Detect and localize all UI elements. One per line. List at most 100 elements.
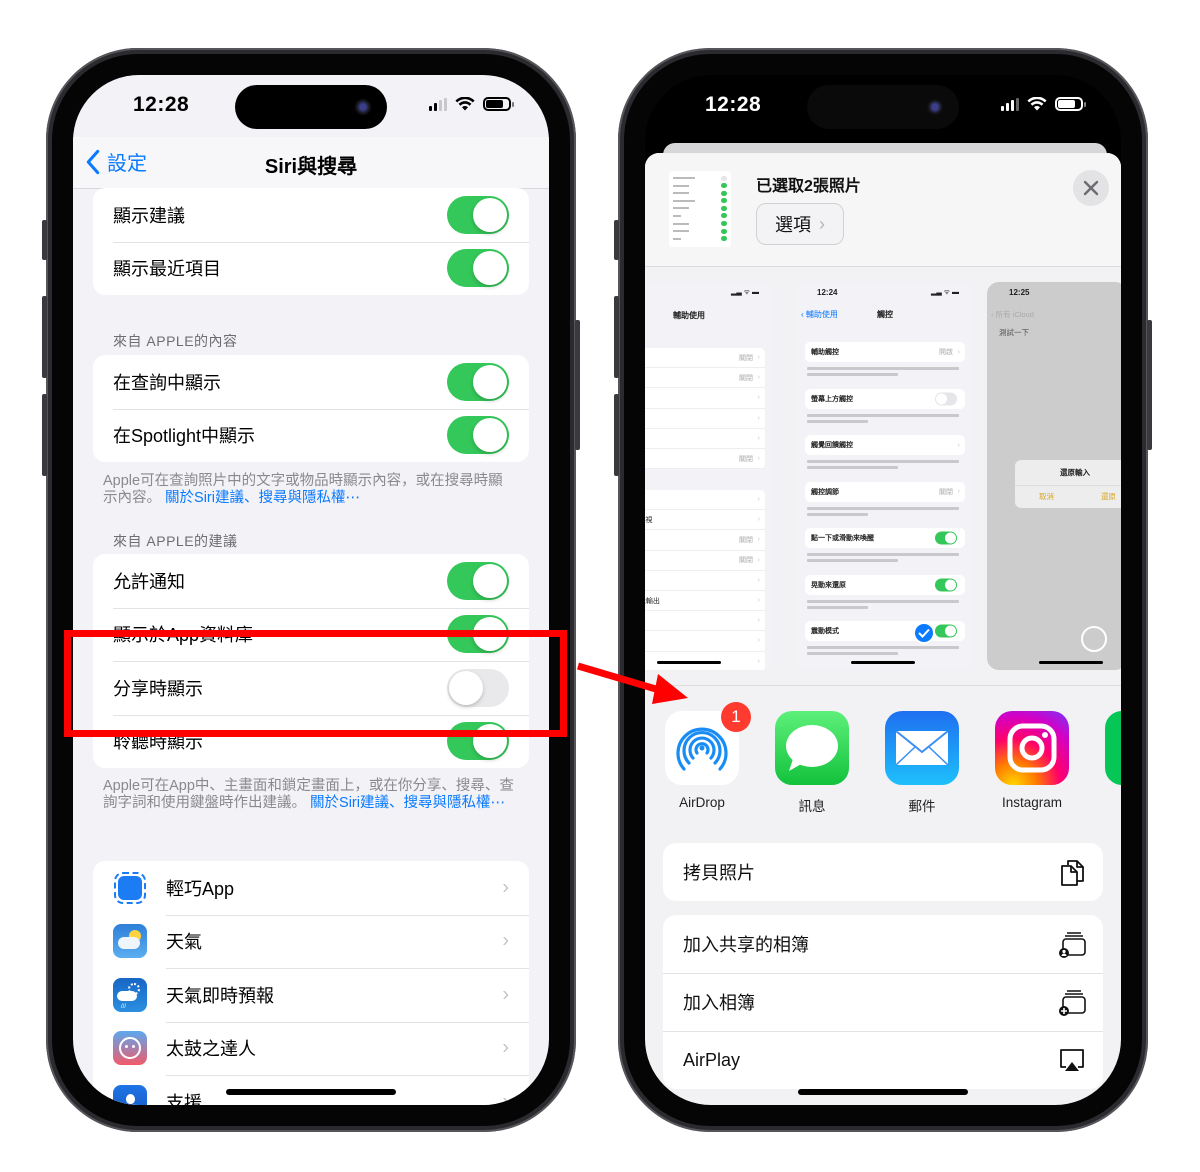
share-app-label: Instagram [1001, 795, 1063, 810]
instagram-icon [995, 711, 1069, 785]
mini-row-value: 關閉 [739, 354, 753, 362]
section-header: 來自 APPLE的建議 [113, 533, 238, 549]
mini-group: 觸覺回饋觸控 › [805, 435, 965, 456]
section-footer: Apple可在查詢照片中的文字或物品時顯示內容，或在搜尋時顯示內容。 關於Sir… [103, 473, 517, 507]
volume-down-button [42, 394, 47, 476]
chevron-right-icon: › [957, 488, 960, 496]
volume-up-button [614, 296, 619, 378]
mini-footer [807, 460, 959, 474]
volume-down-button [614, 394, 619, 476]
right-phone-frame: 12:28 已選取2張照片 選項 › ▂▃ ᯤ ▬ 輔助使用 關閉 › 關閉 ›… [614, 48, 1152, 1132]
mini-toggle [935, 624, 957, 638]
mini-row-label: 晃動來還原 [811, 581, 846, 589]
mini-back-label: 輔助使用 [805, 310, 838, 319]
setting-row: 允許通知 [93, 554, 529, 608]
setting-row: 在查詢中顯示 [93, 355, 529, 409]
airplay-action[interactable]: AirPlay [663, 1031, 1103, 1089]
mini-row: ce ID與螢幕注視 › [645, 510, 765, 531]
copy-icon [1061, 860, 1084, 886]
mini-group: 震動模式 [805, 621, 965, 642]
section-header: 來自 APPLE的內容 [113, 333, 238, 349]
mini-row: ple TV遙控器› [645, 631, 765, 652]
show-suggestions-toggle[interactable] [447, 195, 509, 234]
share-sheet-header: 已選取2張照片 選項 › [645, 153, 1121, 267]
mini-footer [807, 506, 959, 521]
chevron-right-icon: › [757, 374, 760, 382]
app-row[interactable]: 太鼓之達人 › [93, 1021, 529, 1076]
show-recents-toggle[interactable] [447, 249, 509, 288]
app-row[interactable]: 天氣 › [93, 914, 529, 969]
battery-icon [483, 97, 514, 111]
mini-row-value: 關閉 [739, 536, 753, 544]
chevron-right-icon: › [957, 441, 960, 449]
mini-back-label: 所有 iCloud [995, 310, 1034, 319]
cellular-signal-icon [429, 97, 447, 111]
apple-content-group: 在查詢中顯示 在Spotlight中顯示 [93, 355, 529, 462]
mini-row: 態效果› [645, 409, 765, 429]
dynamic-island [807, 85, 959, 129]
preview-photo-1[interactable]: ▂▃ ᯤ ▬ 輔助使用 白關閉›放關閉›示與文字大小›態效果›述內容›述影像關閉… [645, 282, 773, 670]
line-icon [1105, 711, 1121, 785]
share-app-instagram[interactable]: Instagram [995, 711, 1069, 810]
preview-photo-3[interactable]: 12:25 ‹ 所有 iCloud 測試一下 還原輸入 取消 還原 [987, 282, 1121, 670]
mini-row: 觸覺回饋觸控 › [805, 435, 965, 455]
mini-back: ‹ 輔助使用 [801, 310, 838, 319]
power-button [575, 320, 580, 450]
privacy-link[interactable]: 關於Siri建議、搜尋與隱私權⋯ [310, 795, 505, 811]
app-row[interactable]: /// 天氣即時預報 › [93, 968, 529, 1022]
mini-toggle [935, 531, 957, 545]
show-in-spotlight-toggle[interactable] [447, 416, 509, 455]
add-album-icon [1059, 990, 1086, 1016]
share-app-airdrop[interactable]: 1 AirDrop [665, 702, 751, 810]
share-app-messages[interactable]: 訊息 [775, 711, 849, 815]
app-label: 太鼓之達人 [166, 1039, 256, 1060]
chevron-right-icon: › [502, 876, 509, 899]
mini-row: 換控制關閉› [645, 530, 765, 551]
chevron-right-icon: › [502, 929, 509, 952]
privacy-link[interactable]: 關於Siri建議、搜尋與隱私權⋯ [165, 490, 360, 506]
app-row[interactable]: 輕巧App › [93, 861, 529, 915]
preview-photo-2-selected[interactable]: 12:24 ▂▃ ᯤ ▬ ‹ 輔助使用 觸控 輔助觸控 開啟 › 螢幕上方觸控 觸覺回饋… [795, 282, 973, 670]
mini-alert-confirm: 還原 [1101, 492, 1116, 501]
options-button[interactable]: 選項 › [756, 203, 844, 245]
airdrop-icon: 1 [665, 702, 751, 785]
close-button[interactable] [1073, 170, 1109, 206]
add-to-album-action[interactable]: 加入相簿 [663, 973, 1103, 1031]
status-time: 12:28 [133, 93, 190, 116]
mini-row-value: 關閉 [739, 455, 753, 463]
chevron-right-icon: › [502, 1090, 509, 1105]
share-app-mail[interactable]: 郵件 [885, 711, 959, 815]
setting-label: 顯示建議 [113, 205, 185, 226]
mini-row-label: 螢幕上方觸控 [811, 395, 853, 403]
highlight-box [64, 630, 567, 737]
app-label: 支援 [166, 1092, 202, 1105]
mini-row: 述影像關閉› [645, 449, 765, 470]
volume-up-button [42, 296, 47, 378]
home-indicator [226, 1089, 396, 1095]
mini-group: 晃動來還原 [805, 574, 965, 595]
allow-notifications-toggle[interactable] [447, 561, 509, 600]
mini-row-label: ce ID與螢幕注視 [645, 516, 653, 524]
copy-photos-action[interactable]: 拷貝照片 [663, 843, 1103, 901]
show-in-look-up-toggle[interactable] [447, 362, 509, 401]
share-apps-row: 1 AirDrop 訊息 郵件 Instagram [645, 685, 1121, 833]
wifi-icon [455, 97, 475, 111]
add-to-shared-album-action[interactable]: 加入共享的相簿 [663, 915, 1103, 973]
mini-row: 音控制關閉› [645, 551, 765, 571]
setting-row: 在Spotlight中顯示 [93, 408, 529, 463]
mini-toggle [935, 392, 957, 406]
chevron-right-icon: › [757, 455, 760, 463]
mini-toggle [935, 578, 957, 592]
mini-shutter [1081, 626, 1107, 652]
mini-note-text: 測試一下 [999, 328, 1029, 337]
mini-row: ple Watch鏡像輸出 › [645, 591, 765, 612]
share-app-line[interactable] [1105, 711, 1121, 785]
chevron-right-icon: › [757, 536, 760, 544]
setting-row: 顯示最近項目 [93, 241, 529, 296]
mini-row: 螢幕上方觸控 [805, 389, 965, 409]
photo-previews[interactable]: ▂▃ ᯤ ▬ 輔助使用 白關閉›放關閉›示與文字大小›態效果›述內容›述影像關閉… [645, 268, 1121, 686]
mini-row-value: 關閉 [939, 488, 953, 496]
mini-alert: 還原輸入 取消 還原 [1015, 460, 1121, 508]
mini-row: 邊按鈕› [645, 571, 765, 591]
mini-row-value: 關閉 [739, 374, 753, 382]
